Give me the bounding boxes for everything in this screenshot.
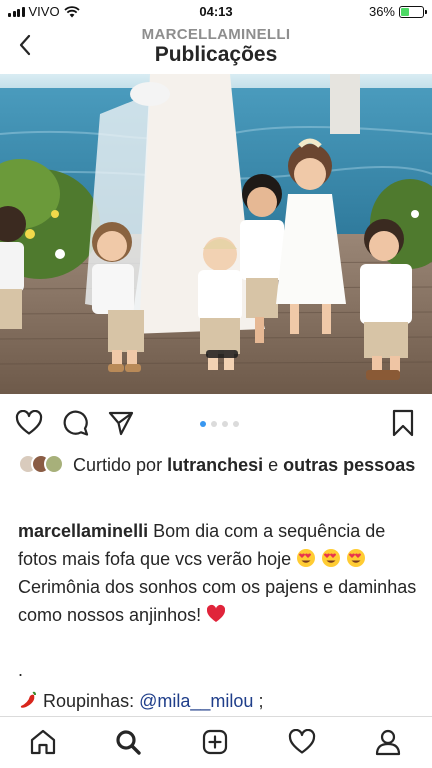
carousel-indicator <box>200 421 239 427</box>
search-icon <box>116 730 141 755</box>
liker-avatars <box>18 454 64 474</box>
save-button[interactable] <box>388 408 418 438</box>
likes-prefix: Curtido por <box>73 455 163 475</box>
liker-username[interactable]: lutranchesi <box>167 455 263 475</box>
post-photo[interactable] <box>0 74 432 394</box>
battery-icon <box>399 5 427 18</box>
status-right: 36% <box>368 4 427 19</box>
share-icon <box>108 411 134 436</box>
outfit-label: Roupinhas: <box>43 691 135 711</box>
outfit-credit: Roupinhas: @mila__milou ; <box>18 687 263 715</box>
share-button[interactable] <box>106 408 136 438</box>
likes-summary[interactable]: Curtido por lutranchesi e outras pessoas <box>18 452 418 479</box>
profile-icon <box>375 729 401 756</box>
caption-author[interactable]: marcellaminelli <box>18 521 148 541</box>
likes-others[interactable]: outras pessoas <box>283 455 415 475</box>
comment-button[interactable] <box>60 408 90 438</box>
post-caption: marcellaminelli Bom dia com a sequência … <box>18 517 422 629</box>
clock: 04:13 <box>199 4 233 19</box>
battery-fill <box>401 7 409 16</box>
profile-username[interactable]: MARCELLAMINELLI <box>0 26 432 43</box>
page-title: Publicações <box>154 43 278 66</box>
status-bar: VIVO 04:13 36% <box>0 0 432 24</box>
heart-eyes-emoji-icon <box>297 549 316 567</box>
tab-profile[interactable] <box>373 727 403 757</box>
nav-header: MARCELLAMINELLI Publicações <box>0 24 432 72</box>
caption-separator: . <box>18 660 24 680</box>
carousel-dot <box>211 421 217 427</box>
likes-connector: e <box>268 455 279 475</box>
tab-activity[interactable] <box>287 727 317 757</box>
carousel-dot <box>222 421 228 427</box>
tab-new-post[interactable] <box>200 727 230 757</box>
wedding-photo <box>0 74 432 394</box>
carousel-dot <box>200 421 206 427</box>
avatar <box>44 454 64 474</box>
bottom-tab-bar <box>0 716 432 768</box>
activity-icon <box>288 729 316 754</box>
bookmark-icon <box>392 409 414 437</box>
heart-icon <box>15 410 43 435</box>
tab-search[interactable] <box>113 727 143 757</box>
like-button[interactable] <box>14 408 44 438</box>
carousel-dot <box>233 421 239 427</box>
heart-eyes-emoji-icon <box>322 549 341 567</box>
outfit-tail: ; <box>258 691 264 711</box>
tab-home[interactable] <box>28 727 58 757</box>
home-icon <box>30 729 56 755</box>
outfit-handle-link[interactable]: @mila__milou <box>139 691 253 711</box>
new-post-icon <box>202 729 228 755</box>
battery-percent: 36% <box>368 4 395 19</box>
post-action-bar <box>0 404 432 442</box>
chili-pepper-emoji-icon <box>20 691 36 708</box>
comment-icon <box>63 410 89 436</box>
heart-eyes-emoji-icon <box>347 549 366 567</box>
red-heart-emoji-icon <box>207 604 226 622</box>
